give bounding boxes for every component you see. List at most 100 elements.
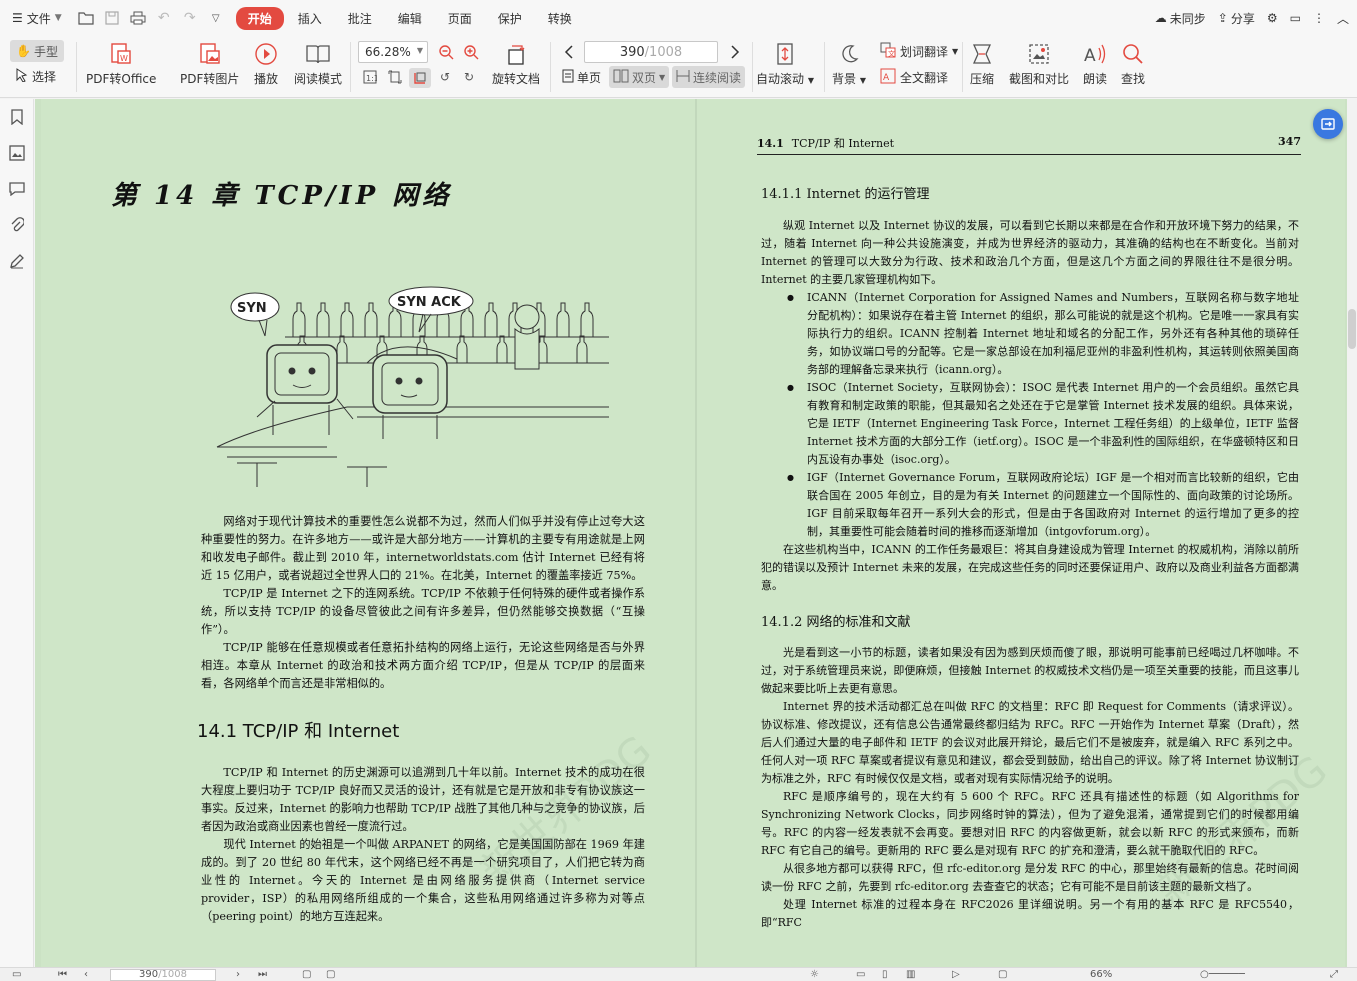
eye-icon[interactable]: ☼ (810, 969, 819, 980)
settings-icon[interactable]: ⚙ (1267, 11, 1278, 25)
thumbnail-icon[interactable] (0, 135, 34, 171)
collapse-ribbon-icon[interactable]: ︿ (1337, 10, 1349, 27)
comment-icon[interactable]: ▭ (1290, 11, 1301, 25)
full-translate-button[interactable]: A 全文翻译 (880, 68, 948, 87)
print-icon[interactable] (126, 6, 150, 30)
tab-edit[interactable]: 编辑 (386, 7, 434, 30)
scrollbar-thumb[interactable] (1348, 309, 1356, 349)
pdf-to-image-button[interactable]: PDF转图片 (180, 40, 239, 87)
book-icon (305, 40, 331, 68)
toolbar-divider (350, 42, 351, 92)
background-label: 背景 ▼ (832, 72, 866, 86)
auto-scroll-button[interactable]: 自动滚动 ▼ (756, 40, 814, 87)
list-item: ICANN（Internet Corporation for Assigned … (761, 289, 1299, 379)
double-page-icon (613, 69, 629, 86)
left-page: 第 14 章 TCP/IP 网络 SYN SYN ACK 网络对于现代计算技术的… (41, 99, 695, 967)
toolbar-divider (550, 42, 551, 92)
zoom-in-icon[interactable] (462, 43, 480, 61)
compress-button[interactable]: 压缩 (970, 40, 994, 87)
zoom-select[interactable]: 66.28% ▼ (358, 41, 428, 63)
chapter-title: 第 14 章 TCP/IP 网络 (111, 181, 453, 211)
actual-size-icon[interactable]: 1:1 (361, 68, 379, 86)
read-aloud-button[interactable]: A 朗读 (1082, 40, 1108, 87)
single-page-button[interactable]: 单页 (558, 66, 605, 88)
running-header-title: 14.1 TCP/IP 和 Internet (757, 137, 895, 150)
section-paragraph: TCP/IP 和 Internet 的历史渊源可以追溯到几十年以前。Intern… (201, 766, 645, 833)
tab-page[interactable]: 页面 (436, 7, 484, 30)
select-tool-button[interactable]: 选择 (16, 68, 56, 85)
rotate-doc-button[interactable]: 旋转文档 (492, 40, 540, 87)
fullscreen-icon[interactable]: ▢ (998, 969, 1007, 980)
double-view-icon[interactable]: ▯ (882, 969, 888, 980)
rotate-right-icon[interactable]: ↻ (460, 68, 478, 86)
page-number-input[interactable]: 390/1008 (584, 41, 718, 63)
auto-scroll-label: 自动滚动 ▼ (756, 72, 814, 86)
signature-icon[interactable] (0, 243, 34, 279)
paragraph: 纵观 Internet 以及 Internet 协议的发展，可以看到它长期以来都… (761, 219, 1299, 286)
chapter-illustration: SYN SYN ACK (197, 267, 609, 493)
floating-convert-button[interactable] (1313, 109, 1343, 139)
continuous-view-icon[interactable]: ▥ (906, 969, 915, 980)
vertical-scrollbar[interactable] (1347, 99, 1357, 967)
word-translate-button[interactable]: 文 划词翻译 ▼ (880, 42, 958, 61)
running-header: 14.1 TCP/IP 和 Internet 347 (757, 135, 1301, 155)
syn-bubble-text: SYN (237, 301, 267, 316)
annotation-icon[interactable] (0, 171, 34, 207)
prev-page-icon[interactable] (560, 43, 578, 61)
continuous-read-button[interactable]: 连续阅读 (672, 66, 746, 88)
undo-icon[interactable]: ↶ (152, 6, 176, 30)
rotate-left-icon[interactable]: ↺ (436, 68, 454, 86)
customize-chevron-icon[interactable]: ▽ (204, 6, 228, 30)
pdf-to-office-button[interactable]: W PDF转Office (86, 40, 156, 87)
fit-page-icon[interactable] (386, 68, 404, 86)
list-item: ISOC（Internet Society，互联网协会）：ISOC 是代表 In… (761, 379, 1299, 469)
next-page-icon[interactable] (726, 43, 744, 61)
open-folder-icon[interactable] (74, 6, 98, 30)
document-viewer[interactable]: 第 14 章 TCP/IP 网络 SYN SYN ACK 网络对于现代计算技术的… (35, 99, 1347, 967)
fit-width-icon[interactable] (409, 68, 431, 88)
tab-protect[interactable]: 保护 (486, 7, 534, 30)
prev-page-icon[interactable]: ‹ (84, 969, 88, 980)
zoom-out-icon[interactable] (437, 43, 455, 61)
fit-icon[interactable]: ▢ (302, 969, 311, 980)
tab-convert[interactable]: 转换 (536, 7, 584, 30)
hand-tool-button[interactable]: ✋ 手型 (10, 40, 64, 62)
single-page-icon (562, 69, 574, 86)
save-icon[interactable] (100, 6, 124, 30)
tab-comment[interactable]: 批注 (336, 7, 384, 30)
sync-status[interactable]: ☁ 未同步 (1155, 10, 1206, 27)
more-icon[interactable]: ⋮ (1313, 11, 1325, 25)
sidebar-toggle-icon[interactable]: ▭ (12, 969, 21, 980)
last-page-icon[interactable]: ⏭ (258, 969, 267, 980)
play-icon[interactable]: ▷ (952, 969, 960, 980)
single-view-icon[interactable]: ▭ (856, 969, 865, 980)
chevron-down-icon: ▼ (659, 72, 666, 82)
bookmark-icon[interactable] (0, 99, 34, 135)
screenshot-compare-button[interactable]: 截图和对比 (1009, 40, 1069, 87)
intro-text: 网络对于现代计算技术的重要性怎么说都不为过，然而人们似乎并没有停止过夸大这种重要… (201, 513, 645, 693)
attachment-icon[interactable] (0, 207, 34, 243)
section-paragraph: 现代 Internet 的始祖是一个叫做 ARPANET 的网络，它是美国国防部… (201, 838, 645, 923)
zoom-slider[interactable]: ○────── (1200, 969, 1245, 980)
next-page-icon[interactable]: › (236, 969, 240, 980)
play-button[interactable]: 播放 (254, 40, 278, 87)
section-text: TCP/IP 和 Internet 的历史渊源可以追溯到几十年以前。Intern… (201, 764, 645, 926)
file-menu[interactable]: ☰ 文件 ▼ (6, 10, 68, 27)
find-button[interactable]: 查找 (1121, 40, 1145, 87)
double-page-button[interactable]: 双页 ▼ (609, 66, 670, 88)
tab-start[interactable]: 开始 (235, 6, 284, 30)
first-page-icon[interactable]: ⏮ (58, 969, 67, 980)
toolbar-divider (962, 42, 963, 92)
pdf-to-office-label: PDF转Office (86, 72, 157, 86)
screenshot-icon (1027, 40, 1051, 68)
read-mode-button[interactable]: 阅读模式 (294, 40, 342, 87)
status-page-input[interactable]: 390/1008 (110, 969, 216, 981)
redo-icon[interactable]: ↷ (178, 6, 202, 30)
share-button[interactable]: ⇪ 分享 (1218, 10, 1255, 27)
rotate-icon[interactable]: ▢ (326, 969, 335, 980)
background-button[interactable]: 背景 ▼ (832, 40, 866, 87)
expand-icon[interactable]: ⤢ (1330, 969, 1338, 980)
tab-insert[interactable]: 插入 (286, 7, 334, 30)
page-number: 347 (1278, 135, 1301, 148)
auto-scroll-icon (774, 40, 796, 68)
